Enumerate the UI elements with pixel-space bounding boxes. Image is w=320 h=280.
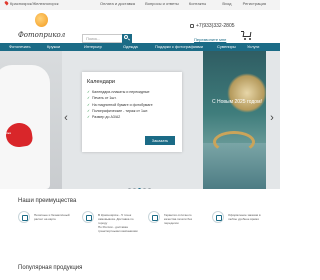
slider-dot[interactable] [128,188,131,189]
calendar-image: С Новым 2025 годом! [203,51,266,189]
top-link-faq[interactable]: Вопросы и ответы [145,1,179,6]
slide-features: ✓ Календари-плакаты и перекидные ✓ Печать … [87,89,153,120]
check-icon: ✓ [87,108,91,113]
top-bar: Красноярск/Железногорск Оплата и доставк… [0,0,280,10]
cart-icon[interactable] [241,31,252,40]
heart-print-text: Love [4,131,12,135]
nav-item-services[interactable]: Услуги [247,44,259,49]
nav-item-interior[interactable]: Интерьер [84,44,102,49]
nav-item-mugs[interactable]: Кружки [47,44,60,49]
slide-feature: ✓ Размер до А3/А2 [87,115,121,120]
slider-dots [128,178,153,189]
slider-prev-button[interactable]: ‹ [60,109,72,127]
register-link[interactable]: Регистрация [243,1,266,6]
auth-links: Вход Регистрация [212,1,266,6]
city-selector[interactable]: Красноярск/Железногорск [4,0,59,6]
slide-feature: ✓ На magнитной бумаге и фотобумаге [87,102,153,107]
slider-dot[interactable] [133,188,136,189]
check-icon: ✓ [87,90,91,94]
slide-card: Календари ✓ Календари-плакаты и перекидны… [82,72,182,152]
calendar-greeting: С Новым 2025 годом! [212,99,262,105]
slider-dot-active[interactable] [138,188,141,189]
city-label: Красноярск/Железногорск [10,1,59,6]
search-icon [124,35,128,39]
slider-dot[interactable] [148,188,151,189]
nav-item-souvenirs[interactable]: Сувениры [217,44,236,49]
top-links: Оплата и доставка Вопросы и ответы Конта… [100,1,215,6]
order-button[interactable]: Заказать [145,136,175,145]
site-header: Фотоприкол Поиск... +7(933)332-2805 Пере… [0,10,280,43]
advantage-item: В Красноярске - 5 точек самовывоза. Дост… [82,211,138,239]
callback-link[interactable]: Перезвоните мне [194,37,226,42]
main-nav: Фотопечать Кружки Интерьер Одежда Подарк… [0,43,280,51]
phone-icon [190,23,194,28]
search-button[interactable] [122,34,132,43]
nav-item-clothing[interactable]: Одежда [123,44,138,49]
check-icon: ✓ [87,115,91,120]
payment-icon [18,211,30,223]
advantage-item: Печатные и безналичный расчет на карте [18,211,74,239]
logo-text[interactable]: Фотоприкол [18,31,65,39]
snake-shape [213,131,255,153]
moon-shape [227,73,266,113]
slider-next-button[interactable]: › [266,109,278,127]
nav-item-photo-print[interactable]: Фотопечать [9,44,31,49]
promo-tshirt-image: Love [0,51,62,189]
popular-products-title: Популярная продукция [18,265,83,271]
advantage-text: В Красноярске - 5 точек самовывоза. Дост… [98,213,138,233]
check-icon: ✓ [87,96,91,101]
top-link-contacts[interactable]: Контакты [189,1,206,6]
quality-icon [148,211,160,223]
advantage-item: Гарантия отличного качества печати без п… [148,211,204,239]
nav-item-photo-gifts[interactable]: Подарки с фотографиями [155,44,203,49]
advantage-item: Оформление заказов в любое удобное время [212,211,268,239]
phone-text: +7(933)332-2805 [196,23,235,29]
slide-title: Календари [87,79,115,85]
location-pin-icon [4,0,9,6]
location-icon [82,211,94,223]
advantages-title: Наши преимущества [18,198,77,204]
clock-icon [212,211,224,223]
top-link-delivery[interactable]: Оплата и доставка [100,1,135,6]
hero-slider: Love ‹ Календари ✓ Календари-плакаты и пе… [0,51,280,189]
phone-number[interactable]: +7(933)332-2805 [190,23,235,29]
check-icon: ✓ [87,102,91,107]
login-link[interactable]: Вход [222,1,231,6]
slider-dot[interactable] [143,188,146,189]
logo-icon[interactable] [35,13,48,27]
